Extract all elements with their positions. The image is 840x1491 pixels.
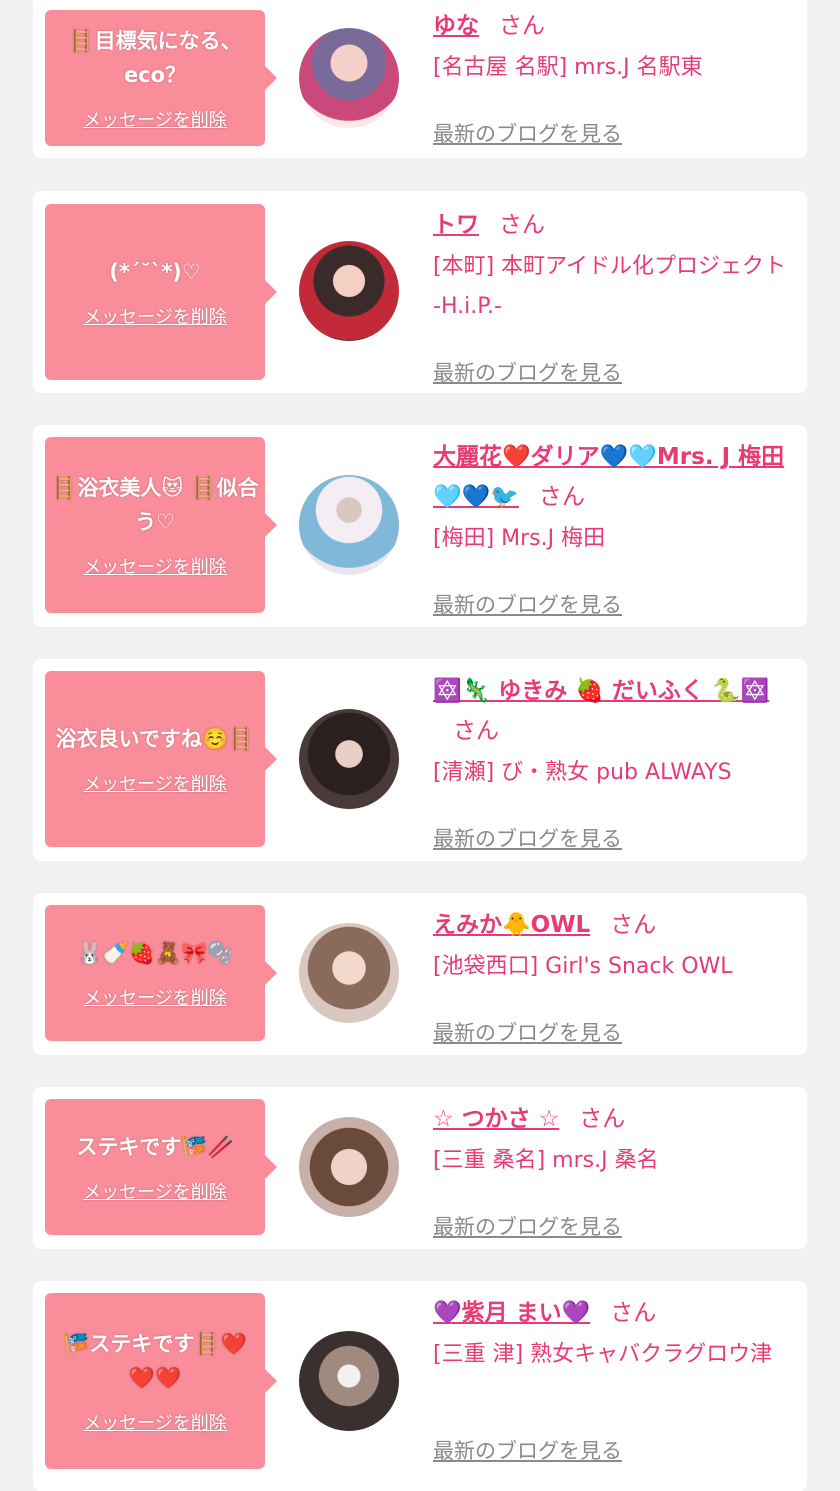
user-name-link[interactable]: 💜紫月 まい💜 [433, 1300, 590, 1326]
message-text: 浴衣良いですね☺️🪜 [55, 727, 255, 751]
message-card: 浴衣良いですね☺️🪜 メッセージを削除 🔯🦎 ゆきみ 🍓 だいふく 🐍🔯 さん [… [33, 659, 807, 861]
user-name-link[interactable]: ゆな [433, 13, 479, 39]
delete-message-link[interactable]: メッセージを削除 [83, 553, 227, 579]
honorific: さん [499, 13, 545, 39]
honorific: さん [610, 912, 657, 938]
message-text: ステキです🎏🥢 [76, 1135, 234, 1159]
blog-link[interactable]: 最新のブログを見る [433, 589, 622, 619]
avatar[interactable] [299, 1117, 399, 1217]
message-card: 🐰🍼🍓🧸🎀🫧 メッセージを削除 えみか🐥OWL さん [池袋西口] Girl's … [33, 893, 807, 1055]
honorific: さん [538, 484, 585, 510]
message-text: (*´˘`*)♡ [109, 260, 201, 284]
honorific: さん [453, 718, 499, 744]
honorific: さん [579, 1106, 626, 1132]
honorific: さん [499, 212, 545, 238]
user-name-link[interactable]: 大麗花❤️ダリア💙🩵Mrs. J 梅田🩵💙🐦 [433, 444, 784, 510]
shop-label: [池袋西口] Girl's Snack OWL [433, 954, 733, 979]
shop-label: [梅田] Mrs.J 梅田 [433, 526, 606, 551]
blog-link[interactable]: 最新のブログを見る [433, 1211, 622, 1241]
blog-link[interactable]: 最新のブログを見る [433, 118, 622, 148]
delete-message-link[interactable]: メッセージを削除 [83, 984, 227, 1010]
message-bubble: 🪜目標気になる、eco？ メッセージを削除 [45, 10, 277, 146]
message-bubble: ステキです🎏🥢 メッセージを削除 [45, 1099, 277, 1235]
message-text: 🐰🍼🍓🧸🎀🫧 [76, 941, 234, 965]
avatar[interactable] [299, 923, 399, 1023]
avatar[interactable] [299, 241, 399, 341]
avatar[interactable] [299, 475, 399, 575]
shop-label: [本町] 本町アイドル化プロジェクト -H.i.P.- [433, 254, 787, 319]
message-bubble: 🪜浴衣美人😻 🪜似合う♡ メッセージを削除 [45, 437, 277, 613]
blog-link[interactable]: 最新のブログを見る [433, 1435, 622, 1465]
message-bubble: 🎏ステキです🪜❤️❤️❤️ メッセージを削除 [45, 1293, 277, 1469]
message-card: 🪜浴衣美人😻 🪜似合う♡ メッセージを削除 大麗花❤️ダリア💙🩵Mrs. J 梅… [33, 425, 807, 627]
message-bubble: (*´˘`*)♡ メッセージを削除 [45, 204, 277, 380]
avatar[interactable] [299, 28, 399, 128]
shop-label: [三重 桑名] mrs.J 桑名 [433, 1148, 659, 1173]
user-name-link[interactable]: ☆ つかさ ☆ [433, 1106, 559, 1132]
user-name-link[interactable]: えみか🐥OWL [433, 912, 590, 938]
blog-link[interactable]: 最新のブログを見る [433, 823, 622, 853]
delete-message-link[interactable]: メッセージを削除 [83, 770, 227, 796]
avatar[interactable] [299, 709, 399, 809]
delete-message-link[interactable]: メッセージを削除 [83, 303, 227, 329]
message-text: 🪜浴衣美人😻 🪜似合う♡ [51, 476, 259, 534]
delete-message-link[interactable]: メッセージを削除 [83, 1409, 227, 1435]
blog-link[interactable]: 最新のブログを見る [433, 1017, 622, 1047]
shop-label: [三重 津] 熟女キャバクラグロウ津 [433, 1342, 773, 1367]
message-card: 🪜目標気になる、eco？ メッセージを削除 ゆな さん [名古屋 名駅] mrs.… [33, 0, 807, 158]
message-text: 🎏ステキです🪜❤️❤️❤️ [63, 1332, 247, 1390]
shop-label: [名古屋 名駅] mrs.J 名駅東 [433, 55, 703, 80]
blog-link[interactable]: 最新のブログを見る [433, 357, 622, 387]
avatar[interactable] [299, 1331, 399, 1431]
message-card: 🎏ステキです🪜❤️❤️❤️ メッセージを削除 💜紫月 まい💜 さん [三重 津] … [33, 1281, 807, 1491]
message-card: (*´˘`*)♡ メッセージを削除 トワ さん [本町] 本町アイドル化プロジェク… [33, 191, 807, 393]
message-bubble: 浴衣良いですね☺️🪜 メッセージを削除 [45, 671, 277, 847]
delete-message-link[interactable]: メッセージを削除 [83, 106, 227, 132]
delete-message-link[interactable]: メッセージを削除 [83, 1178, 227, 1204]
message-bubble: 🐰🍼🍓🧸🎀🫧 メッセージを削除 [45, 905, 277, 1041]
user-name-link[interactable]: 🔯🦎 ゆきみ 🍓 だいふく 🐍🔯 [433, 678, 769, 704]
message-text: 🪜目標気になる、eco？ [68, 29, 242, 87]
honorific: さん [610, 1300, 657, 1326]
shop-label: [清瀬] び・熟女 pub ALWAYS [433, 760, 732, 785]
message-card: ステキです🎏🥢 メッセージを削除 ☆ つかさ ☆ さん [三重 桑名] mrs.J… [33, 1087, 807, 1249]
user-name-link[interactable]: トワ [433, 212, 479, 238]
